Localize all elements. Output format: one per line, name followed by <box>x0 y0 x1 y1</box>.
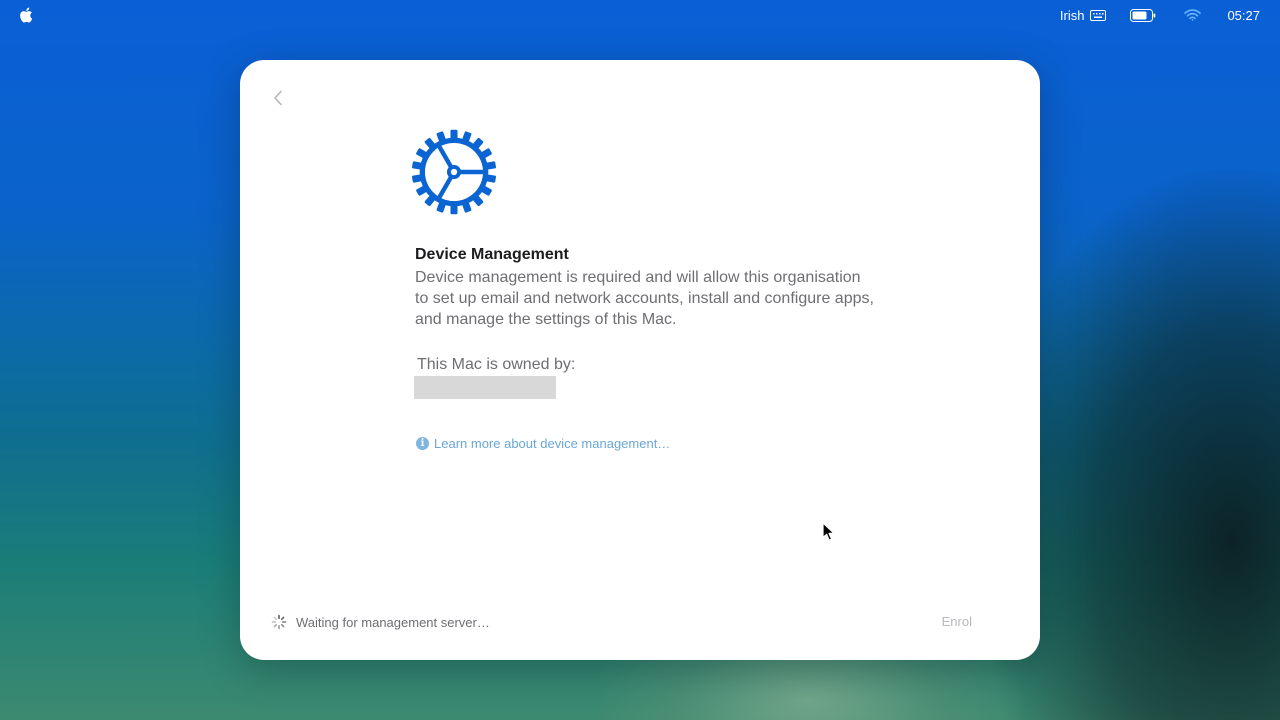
wifi-menu[interactable] <box>1184 9 1202 21</box>
status-menus: Irish 05:27 <box>1060 0 1260 30</box>
wifi-icon <box>1184 9 1202 21</box>
status-indicator: Waiting for management server… <box>271 614 490 630</box>
battery-menu[interactable] <box>1130 8 1156 22</box>
desktop: Irish 05:27 Device Management Device man… <box>0 0 1280 720</box>
device-management-sheet: Device Management Device management is r… <box>240 60 1040 660</box>
spinner-icon <box>271 614 287 630</box>
back-button[interactable] <box>266 86 290 110</box>
info-icon: i <box>416 437 429 450</box>
owner-name-redacted <box>414 376 556 399</box>
input-source-menu[interactable]: Irish <box>1060 8 1107 23</box>
status-text: Waiting for management server… <box>296 614 490 630</box>
learn-more-label: Learn more about device management… <box>434 436 671 451</box>
menu-bar: Irish 05:27 <box>0 0 1280 30</box>
mouse-cursor-icon <box>822 522 835 541</box>
apple-logo-icon[interactable] <box>18 6 36 24</box>
input-language-label: Irish <box>1059 7 1085 23</box>
battery-icon <box>1130 8 1156 22</box>
chevron-left-icon <box>274 90 282 106</box>
keyboard-icon <box>1090 9 1107 21</box>
gear-icon <box>411 129 497 215</box>
owned-by-label: This Mac is owned by: <box>417 356 576 373</box>
enrol-button[interactable]: Enrol <box>942 614 972 629</box>
page-title: Device Management <box>415 246 569 263</box>
description-text: Device management is required and will a… <box>415 269 874 328</box>
clock[interactable]: 05:27 <box>1227 8 1260 23</box>
learn-more-link[interactable]: i Learn more about device management… <box>416 436 670 451</box>
